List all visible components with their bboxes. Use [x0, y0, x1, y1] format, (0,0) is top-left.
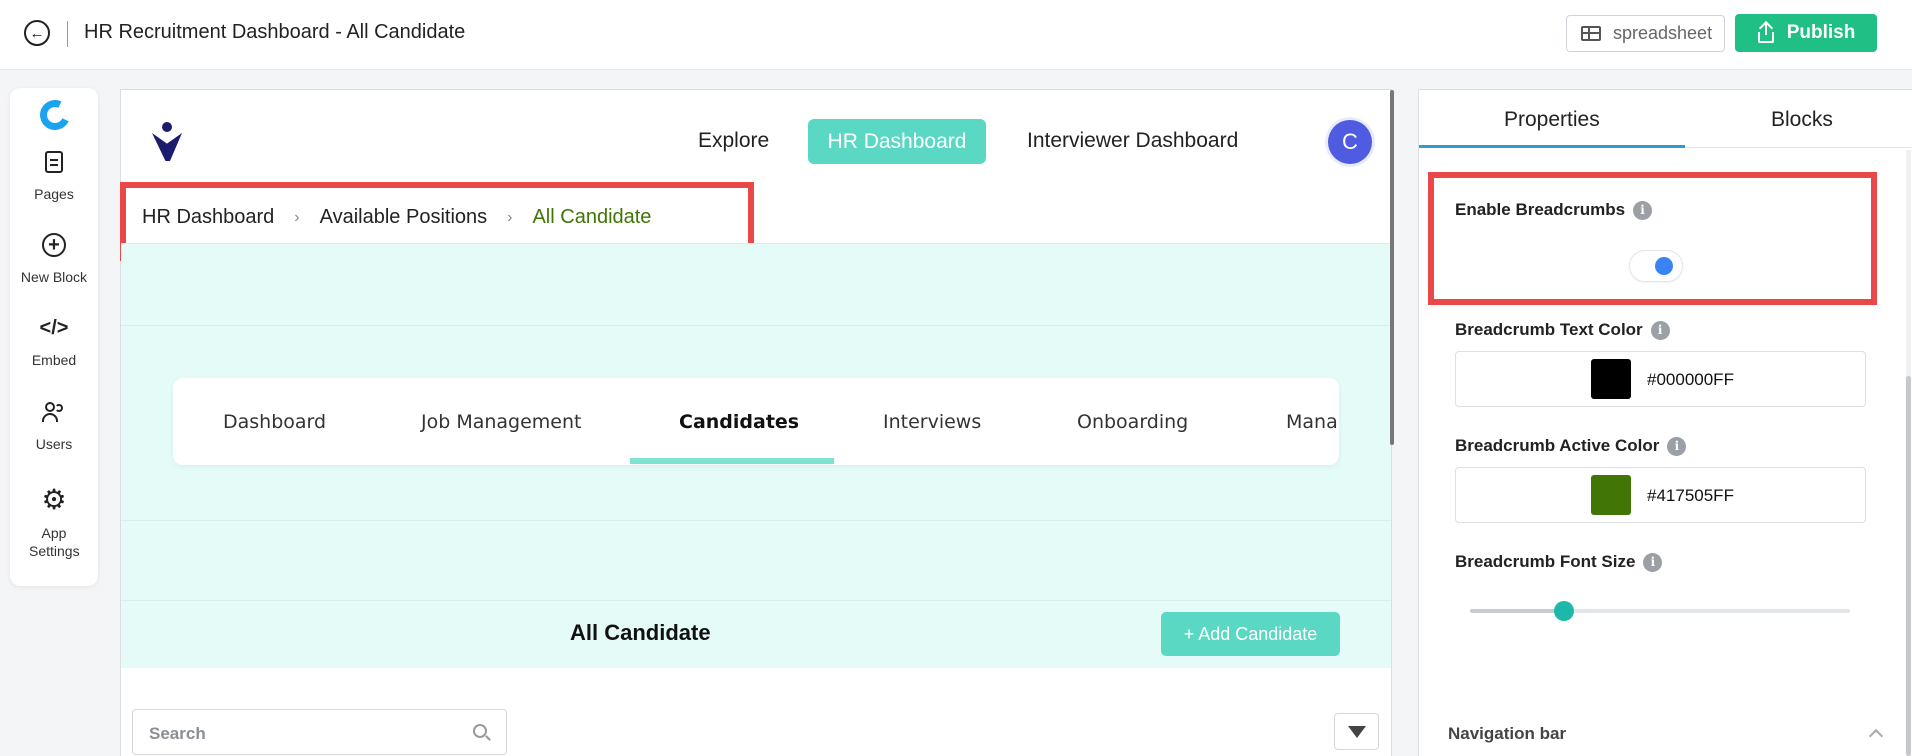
spreadsheet-icon [1581, 26, 1601, 41]
search-input[interactable]: Search [132, 709, 507, 755]
breadcrumb-text-color-label: Breadcrumb Text Color i [1455, 320, 1670, 340]
sidebar-item-pages[interactable]: Pages [10, 148, 98, 202]
breadcrumb-active-color-field[interactable]: #417505FF [1455, 467, 1866, 523]
sidebar-item-new-block[interactable]: + New Block [10, 231, 98, 285]
tab-onboarding[interactable]: Onboarding [1077, 411, 1188, 433]
code-icon: </> [39, 317, 69, 339]
publish-button[interactable]: Publish [1735, 14, 1877, 52]
spreadsheet-button[interactable]: spreadsheet [1566, 15, 1725, 52]
section-divider [121, 520, 1391, 521]
sidebar-item-label: New Block [20, 269, 88, 285]
enable-breadcrumbs-text: Enable Breadcrumbs [1455, 200, 1626, 219]
breadcrumb-font-size-label: Breadcrumb Font Size i [1455, 552, 1663, 572]
add-candidate-button[interactable]: + Add Candidate [1161, 612, 1340, 656]
sidebar-item-users[interactable]: Users [10, 398, 98, 452]
active-tab-indicator [630, 458, 834, 464]
search-placeholder: Search [149, 724, 206, 743]
search-icon [473, 724, 487, 738]
left-sidebar: Pages + New Block </> Embed Users ⚙ App … [10, 88, 98, 586]
text-color-swatch[interactable] [1591, 359, 1631, 399]
toggle-knob [1655, 257, 1673, 275]
active-panel-tab-indicator [1419, 145, 1685, 148]
active-color-value: #417505FF [1647, 486, 1734, 505]
info-icon[interactable]: i [1633, 200, 1653, 220]
sidebar-item-label: App Settings [29, 525, 80, 559]
sidebar-item-app-settings[interactable]: ⚙ App Settings [10, 486, 98, 560]
filter-button[interactable] [1334, 713, 1379, 750]
font-size-slider-fill [1470, 609, 1565, 613]
avatar[interactable]: C [1328, 120, 1372, 164]
tab-interviews[interactable]: Interviews [883, 411, 981, 433]
publish-label: Publish [1786, 22, 1856, 43]
section-title: All Candidate [570, 620, 711, 645]
enable-breadcrumbs-label: Enable Breadcrumbs i [1455, 200, 1653, 220]
panel-scrollbar[interactable] [1906, 376, 1911, 756]
section-divider [121, 600, 1391, 601]
font-size-slider-thumb[interactable] [1554, 601, 1574, 621]
title-divider [67, 21, 68, 47]
nav-hr-dashboard[interactable]: HR Dashboard [808, 119, 986, 164]
breadcrumb-active-color-label: Breadcrumb Active Color i [1455, 436, 1687, 456]
tab-job-management[interactable]: Job Management [421, 411, 582, 433]
brand-logo-icon [150, 122, 184, 162]
navigation-bar-section[interactable]: Navigation bar [1448, 724, 1566, 744]
tab-blocks[interactable]: Blocks [1771, 108, 1833, 132]
upload-icon [1757, 20, 1775, 43]
tab-candidates[interactable]: Candidates [679, 411, 799, 433]
tab-properties[interactable]: Properties [1504, 108, 1600, 132]
active-color-swatch[interactable] [1591, 475, 1631, 515]
breadcrumb-text-color-field[interactable]: #000000FF [1455, 351, 1866, 407]
info-icon[interactable]: i [1667, 436, 1687, 456]
nav-interviewer-dashboard[interactable]: Interviewer Dashboard [1027, 129, 1238, 153]
text-color-value: #000000FF [1647, 370, 1734, 389]
breadcrumb-active-color-text: Breadcrumb Active Color [1455, 436, 1660, 455]
spreadsheet-label: spreadsheet [1613, 23, 1713, 43]
info-icon[interactable]: i [1643, 552, 1663, 572]
tab-manage[interactable]: Mana [1286, 411, 1338, 433]
info-icon[interactable]: i [1650, 320, 1670, 340]
pages-icon [40, 148, 68, 176]
top-bar: ← HR Recruitment Dashboard - All Candida… [0, 0, 1912, 70]
enable-breadcrumbs-highlight-box [1428, 172, 1877, 305]
sidebar-item-label: Embed [31, 352, 77, 368]
app-title: HR Recruitment Dashboard - All Candidate [84, 21, 466, 43]
sidebar-item-label: Users [35, 436, 73, 452]
plus-circle-icon: + [40, 231, 68, 259]
back-arrow-icon[interactable]: ← [24, 20, 50, 46]
enable-breadcrumbs-toggle[interactable] [1630, 251, 1682, 281]
section-divider [121, 325, 1391, 326]
filter-icon [1347, 725, 1366, 738]
nav-explore[interactable]: Explore [698, 129, 769, 153]
canvas-scrollbar[interactable] [1390, 90, 1394, 445]
tab-dashboard[interactable]: Dashboard [223, 411, 326, 433]
breadcrumb-text-color-text: Breadcrumb Text Color [1455, 320, 1643, 339]
sidebar-item-label: Pages [34, 186, 74, 202]
users-icon [40, 398, 68, 426]
app-logo-icon [35, 95, 75, 135]
page-tabs: Dashboard Job Management Candidates Inte… [173, 378, 1339, 465]
sidebar-item-embed[interactable]: </> Embed [10, 314, 98, 368]
breadcrumb-font-size-text: Breadcrumb Font Size [1455, 552, 1636, 571]
gear-icon: ⚙ [41, 484, 67, 515]
